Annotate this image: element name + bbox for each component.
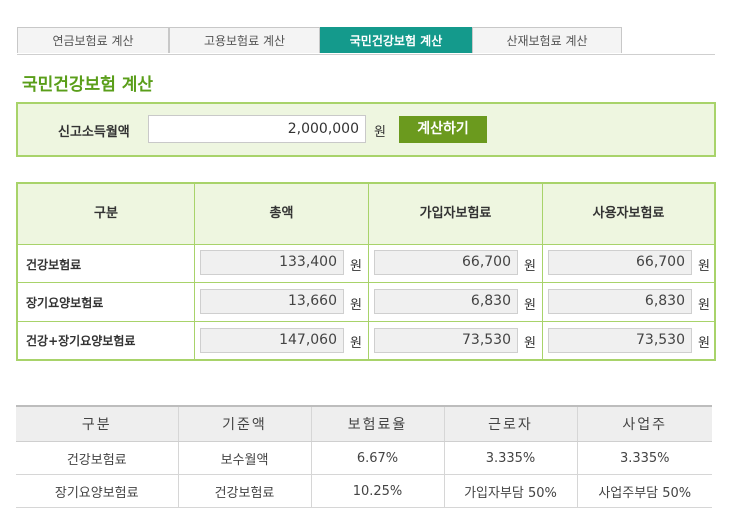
combined-employer-value: 73,530 — [548, 328, 692, 353]
health-employee-value: 66,700 — [374, 250, 518, 275]
tab-health[interactable]: 국민건강보험 계산 — [320, 27, 472, 53]
divider — [18, 321, 714, 322]
calculate-button[interactable]: 계산하기 — [399, 116, 487, 143]
unit-label: 원 — [350, 259, 362, 274]
income-input[interactable] — [148, 115, 366, 143]
income-label: 신고소득월액 — [58, 125, 130, 140]
rate-header-employer: 사업주 — [576, 405, 712, 442]
income-unit: 원 — [374, 125, 386, 140]
health-employer-value: 66,700 — [548, 250, 692, 275]
rate-header-category: 구분 — [16, 405, 178, 442]
rate-header-base: 기준액 — [177, 405, 311, 442]
result-header-employee: 가입자보험료 — [419, 206, 492, 221]
table-cell: 건강보험료 — [177, 474, 311, 508]
tab-employment[interactable]: 고용보험료 계산 — [169, 27, 320, 53]
row-label-health: 건강보험료 — [26, 258, 82, 272]
divider — [368, 184, 369, 359]
divider — [542, 184, 543, 359]
page-title: 국민건강보험 계산 — [22, 75, 154, 95]
table-cell: 가입자부담 50% — [443, 474, 577, 508]
table-row: 장기요양보험료 건강보험료 10.25% 가입자부담 50% 사업주부담 50% — [16, 474, 712, 508]
unit-label: 원 — [524, 298, 536, 313]
health-total-value: 133,400 — [200, 250, 344, 275]
row-label-longterm: 장기요양보험료 — [26, 296, 104, 310]
table-cell: 3.335% — [576, 441, 712, 475]
unit-label: 원 — [524, 259, 536, 274]
unit-label: 원 — [698, 336, 710, 351]
table-row: 건강보험료 보수월액 6.67% 3.335% 3.335% — [16, 441, 712, 475]
result-table: 구분 총액 가입자보험료 사용자보험료 건강보험료 133,400 원 66,7… — [16, 182, 716, 361]
table-cell: 장기요양보험료 — [16, 474, 178, 508]
result-header-employer: 사용자보험료 — [592, 206, 665, 221]
rate-table: 구분 기준액 보험료율 근로자 사업주 건강보험료 보수월액 6.67% 3.3… — [16, 405, 712, 508]
tab-industrial-accident[interactable]: 산재보험료 계산 — [472, 27, 622, 53]
table-cell: 보수월액 — [177, 441, 311, 475]
table-cell: 10.25% — [310, 474, 444, 508]
tab-bar: 연금보험료 계산 고용보험료 계산 국민건강보험 계산 산재보험료 계산 — [17, 27, 715, 55]
income-input-panel: 신고소득월액 원 계산하기 — [16, 102, 716, 157]
result-header-category: 구분 — [94, 206, 118, 221]
longterm-total-value: 13,660 — [200, 289, 344, 314]
longterm-employer-value: 6,830 — [548, 289, 692, 314]
unit-label: 원 — [698, 298, 710, 313]
row-label-combined: 건강+장기요양보험료 — [26, 334, 136, 348]
rate-header-employee: 근로자 — [443, 405, 577, 442]
longterm-employee-value: 6,830 — [374, 289, 518, 314]
table-cell: 건강보험료 — [16, 441, 178, 475]
combined-total-value: 147,060 — [200, 328, 344, 353]
combined-employee-value: 73,530 — [374, 328, 518, 353]
divider — [194, 184, 195, 359]
table-cell: 6.67% — [310, 441, 444, 475]
table-cell: 3.335% — [443, 441, 577, 475]
rate-header-row: 구분 기준액 보험료율 근로자 사업주 — [16, 405, 712, 442]
table-cell: 사업주부담 50% — [576, 474, 712, 508]
divider — [18, 282, 714, 283]
rate-header-rate: 보험료율 — [310, 405, 444, 442]
unit-label: 원 — [350, 336, 362, 351]
unit-label: 원 — [524, 336, 536, 351]
tab-pension[interactable]: 연금보험료 계산 — [17, 27, 169, 53]
unit-label: 원 — [350, 298, 362, 313]
unit-label: 원 — [698, 259, 710, 274]
result-header-total: 총액 — [269, 206, 294, 221]
